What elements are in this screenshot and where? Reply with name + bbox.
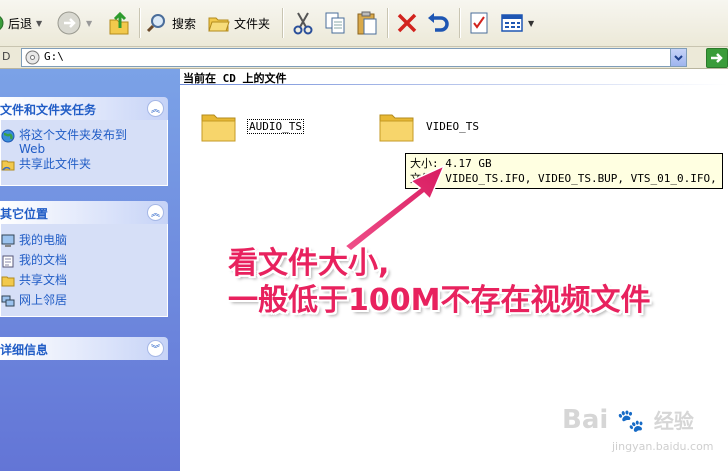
annotation-line2: 一般低于100M不存在视频文件 [228,283,651,318]
watermark-brand2: 经验 [653,409,694,433]
annotation-arrow-icon [343,164,446,252]
watermark-site: jingyan.baidu.com [612,440,714,453]
paw-icon: 🐾 [617,409,645,434]
watermark-logo: Bai 🐾 经验 [562,405,694,435]
watermark-brand: Bai [562,405,609,435]
